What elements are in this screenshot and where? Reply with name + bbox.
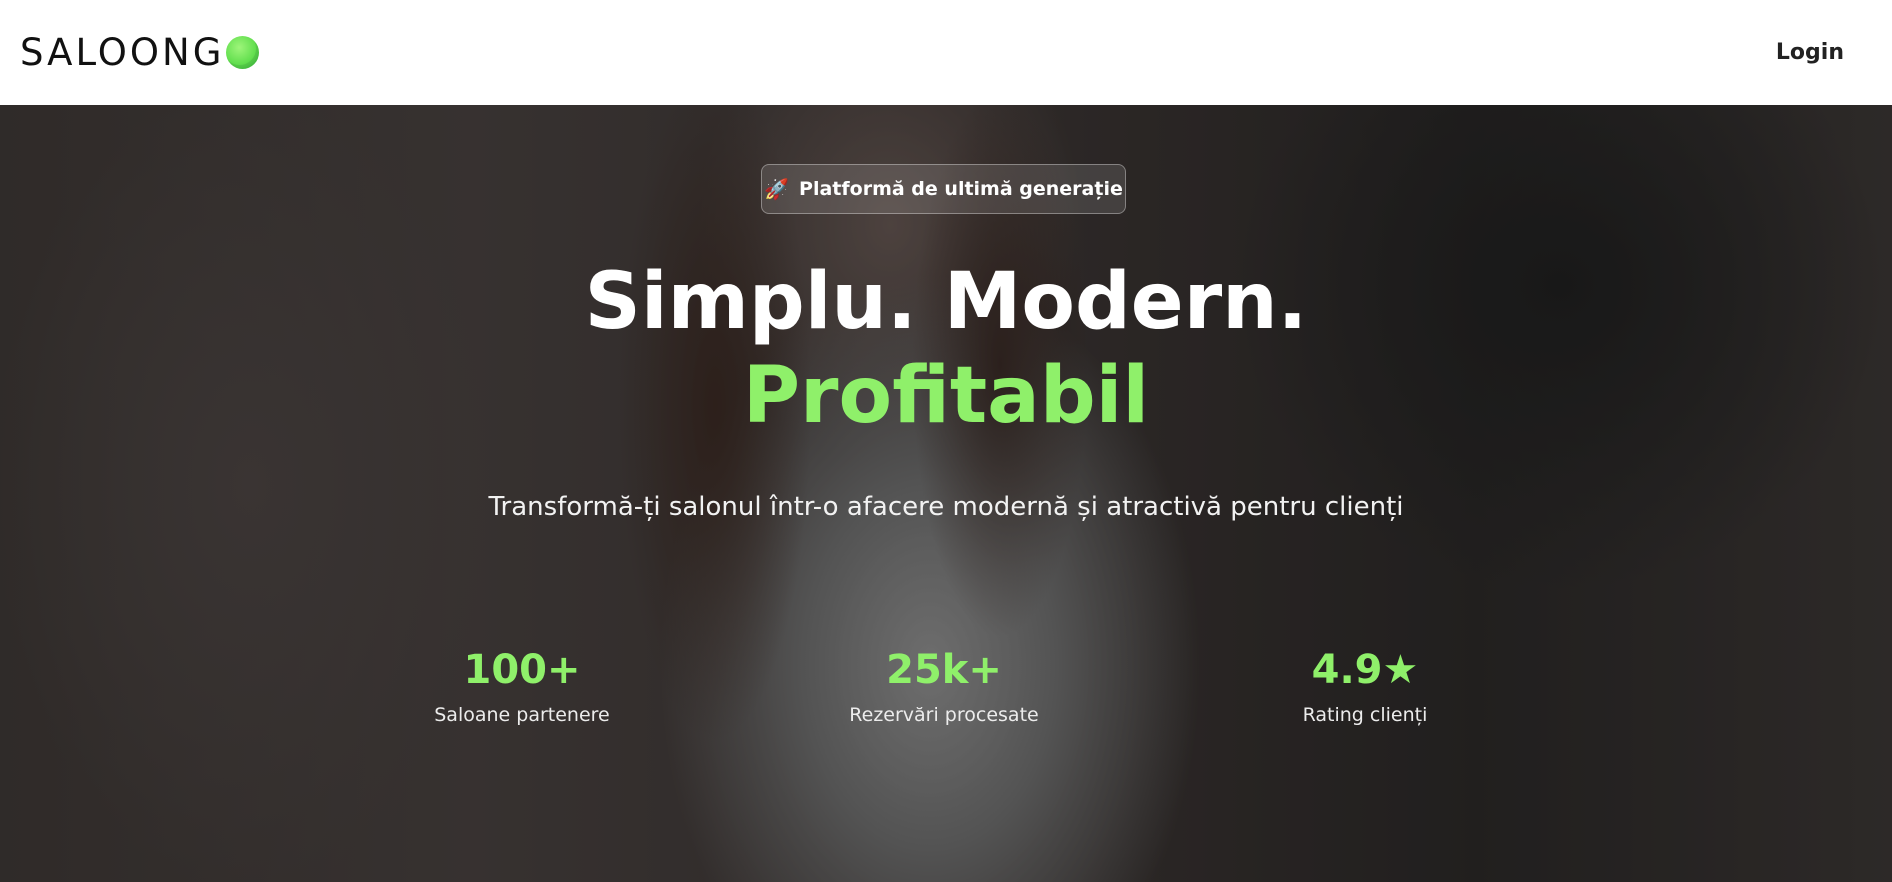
platform-badge: 🚀 Platformă de ultimă generație — [761, 164, 1126, 214]
stat-value: 4.9★ — [1311, 647, 1419, 693]
stat-processed-bookings: 25k+ Rezervări procesate — [794, 650, 1094, 726]
rocket-icon: 🚀 — [764, 177, 790, 201]
hero-section: 🚀 Platformă de ultimă generație Simplu. … — [0, 105, 1892, 882]
top-navigation-bar: SALOONG Login — [0, 0, 1892, 105]
login-link[interactable]: Login — [1776, 40, 1844, 65]
stat-label: Rezervări procesate — [849, 704, 1039, 726]
hero-headline-line1: Simplu. Modern. — [584, 257, 1308, 347]
stat-label: Saloane partenere — [434, 704, 610, 726]
logo-text: SALOONG — [20, 31, 225, 74]
stat-client-rating: 4.9★ Rating clienți — [1215, 650, 1515, 726]
stat-value: 25k+ — [886, 647, 1002, 693]
hero-headline-line2: Profitabil — [742, 351, 1150, 441]
hero-subtitle: Transformă-ți salonul într-o afacere mod… — [488, 492, 1404, 522]
saloongo-logo[interactable]: SALOONG — [20, 31, 260, 74]
hero-content: 🚀 Platformă de ultimă generație Simplu. … — [0, 105, 1892, 882]
stat-value: 100+ — [463, 647, 581, 693]
platform-badge-text: Platformă de ultimă generație — [799, 178, 1123, 200]
logo-green-dot-icon — [226, 36, 260, 69]
stat-partner-salons: 100+ Saloane partenere — [372, 650, 672, 726]
stat-label: Rating clienți — [1302, 704, 1428, 726]
